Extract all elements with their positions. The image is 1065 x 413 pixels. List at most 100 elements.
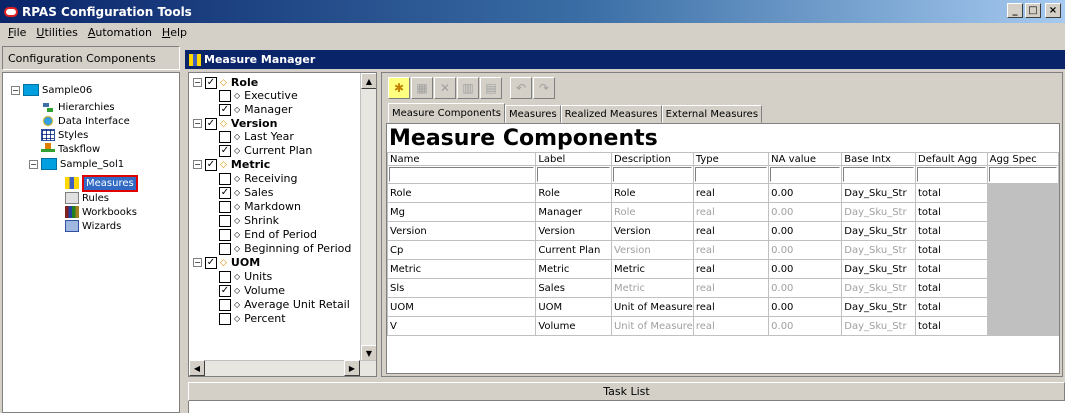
table-cell[interactable]	[986, 297, 1059, 317]
table-cell[interactable]: real	[692, 316, 770, 336]
undo-icon[interactable]: ↶	[510, 77, 532, 99]
table-cell[interactable]	[986, 259, 1059, 279]
tree-item-manager[interactable]: ◇ Manager	[219, 103, 292, 116]
grid-icon[interactable]: ▦	[411, 77, 433, 99]
tree-item-sales[interactable]: ◇ Sales	[219, 186, 273, 199]
scroll-right-icon[interactable]: ▶	[344, 360, 360, 376]
table-cell[interactable]: Version	[387, 221, 537, 241]
tab-measures[interactable]: Measures	[504, 105, 561, 123]
tree-node-data-interface[interactable]: Data Interface	[41, 114, 130, 128]
table-row[interactable]: V Volume Unit of Measure real 0.00 Day_Sku_St…	[387, 316, 1059, 336]
table-cell[interactable]: Role	[535, 183, 612, 203]
redo-icon[interactable]: ↷	[533, 77, 555, 99]
table-cell[interactable]: total	[915, 221, 988, 241]
table-cell[interactable]: total	[915, 183, 988, 203]
table-cell[interactable]: Day_Sku_Str	[841, 183, 916, 203]
table-cell[interactable]: 0.00	[768, 221, 843, 241]
column-header[interactable]: Default Agg	[915, 152, 988, 166]
table-cell[interactable]: Metric	[387, 259, 537, 279]
table-cell[interactable]: Unit of Measure	[610, 316, 694, 336]
table-cell[interactable]: Manager	[535, 202, 612, 222]
table-cell[interactable]: real	[692, 259, 770, 279]
tree-item-last-year[interactable]: ◇ Last Year	[219, 130, 294, 143]
table-cell[interactable]: 0.00	[768, 316, 843, 336]
task-list-bar[interactable]: Task List	[188, 382, 1065, 401]
checkbox-executive[interactable]	[219, 89, 231, 102]
tree-node-sample-sol1[interactable]: − Sample_Sol1	[29, 157, 124, 171]
table-cell[interactable]	[986, 278, 1059, 298]
checkbox-markdown[interactable]	[219, 200, 231, 213]
tab-external-measures[interactable]: External Measures	[661, 105, 763, 123]
filter-input[interactable]	[389, 167, 535, 182]
table-cell[interactable]	[986, 202, 1059, 222]
tree-item-current-plan[interactable]: ◇ Current Plan	[219, 144, 312, 157]
collapse-icon[interactable]: −	[193, 160, 202, 169]
table-cell[interactable]: Metric	[610, 259, 694, 279]
table-cell[interactable]: UOM	[387, 297, 537, 317]
filter-input[interactable]	[843, 167, 914, 182]
table-cell[interactable]: 0.00	[768, 183, 843, 203]
table-cell[interactable]: Day_Sku_Str	[841, 240, 916, 260]
table-cell[interactable]: 0.00	[768, 297, 843, 317]
tree-node-hierarchies[interactable]: Hierarchies	[41, 100, 115, 114]
collapse-icon[interactable]: −	[193, 258, 202, 267]
table-cell[interactable]: Day_Sku_Str	[841, 316, 916, 336]
collapse-icon[interactable]: −	[29, 159, 38, 169]
table-cell[interactable]: total	[915, 297, 988, 317]
table-row[interactable]: Sls Sales Metric real 0.00 Day_Sku_Str total	[387, 278, 1059, 298]
checkbox-manager[interactable]	[219, 103, 231, 116]
table-cell[interactable]: 0.00	[768, 259, 843, 279]
tree-item-executive[interactable]: ◇ Executive	[219, 89, 298, 102]
table-cell[interactable]: Metric	[535, 259, 612, 279]
table-cell[interactable]: 0.00	[768, 278, 843, 298]
filter-input[interactable]	[917, 167, 986, 182]
table-cell[interactable]: Version	[535, 221, 612, 241]
table-row[interactable]: Metric Metric Metric real 0.00 Day_Sku_Str tot…	[387, 259, 1059, 279]
table-row[interactable]: UOM UOM Unit of Measure real 0.00 Day_Sku_Str…	[387, 297, 1059, 317]
table-cell[interactable]: real	[692, 221, 770, 241]
table-cell[interactable]: Day_Sku_Str	[841, 221, 916, 241]
table-cell[interactable]: real	[692, 278, 770, 298]
tree-group-role[interactable]: − ◇ Role	[193, 76, 258, 89]
tree-group-uom[interactable]: − ◇ UOM	[193, 256, 260, 269]
table-cell[interactable]: 0.00	[768, 202, 843, 222]
table-cell[interactable]: UOM	[535, 297, 612, 317]
table-cell[interactable]: real	[692, 183, 770, 203]
close-button[interactable]: ×	[1045, 3, 1061, 18]
table-cell[interactable]: Sales	[535, 278, 612, 298]
table-cell[interactable]: Day_Sku_Str	[841, 259, 916, 279]
tree-item-markdown[interactable]: ◇ Markdown	[219, 200, 301, 213]
tree-item-volume[interactable]: ◇ Volume	[219, 284, 285, 297]
maximize-button[interactable]: □	[1025, 3, 1041, 18]
table-row[interactable]: Mg Manager Role real 0.00 Day_Sku_Str total	[387, 202, 1059, 222]
delete-icon[interactable]: ✕	[434, 77, 456, 99]
tab-realized-measures[interactable]: Realized Measures	[560, 105, 662, 123]
scroll-left-icon[interactable]: ◀	[189, 360, 205, 376]
checkbox-average-unit-retail[interactable]	[219, 298, 231, 311]
tree-node-taskflow[interactable]: Taskflow	[41, 142, 100, 156]
tree-item-percent[interactable]: ◇ Percent	[219, 312, 286, 325]
table-cell[interactable]: Unit of Measure	[610, 297, 694, 317]
column-header[interactable]: Type	[692, 152, 770, 166]
checkbox-current-plan[interactable]	[219, 144, 231, 157]
tree-group-version[interactable]: − ◇ Version	[193, 117, 277, 130]
table-cell[interactable]: total	[915, 259, 988, 279]
table-cell[interactable]: real	[692, 202, 770, 222]
column-header[interactable]: Agg Spec	[986, 152, 1059, 166]
collapse-icon[interactable]: −	[193, 78, 202, 87]
table-cell[interactable]: Mg	[387, 202, 537, 222]
column-header[interactable]: NA value	[768, 152, 843, 166]
table-row[interactable]: Version Version Version real 0.00 Day_Sku_Str…	[387, 221, 1059, 241]
table-row[interactable]: Cp Current Plan Version real 0.00 Day_Sku_Str…	[387, 240, 1059, 260]
filter-input[interactable]	[988, 167, 1057, 182]
checkbox-receiving[interactable]	[219, 172, 231, 185]
checkbox-volume[interactable]	[219, 284, 231, 297]
table-cell[interactable]	[986, 316, 1059, 336]
scroll-down-icon[interactable]: ▼	[361, 345, 376, 361]
tree-item-end-of-period[interactable]: ◇ End of Period	[219, 228, 317, 241]
table-cell[interactable]: total	[915, 240, 988, 260]
column-header[interactable]: Name	[387, 152, 537, 166]
tree-node-styles[interactable]: Styles	[41, 128, 88, 142]
tree-group-metric[interactable]: − ◇ Metric	[193, 158, 270, 171]
chart-icon[interactable]: ▥	[457, 77, 479, 99]
